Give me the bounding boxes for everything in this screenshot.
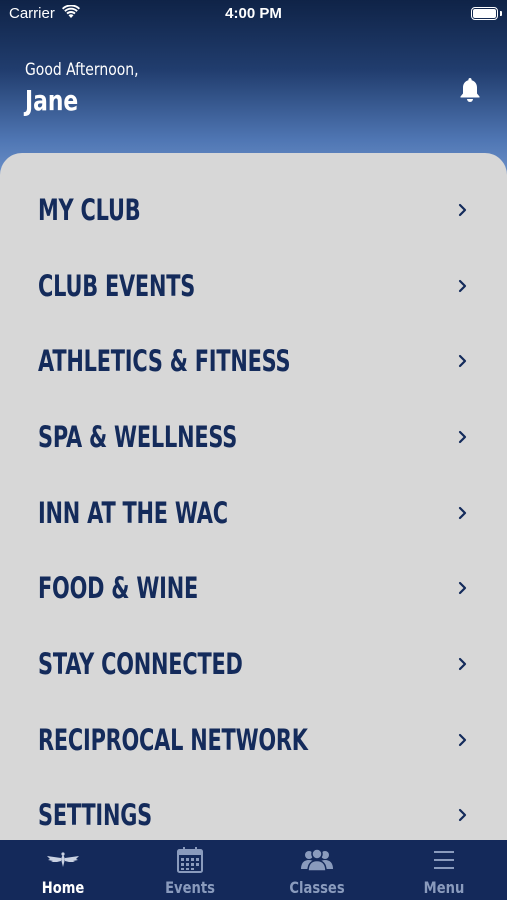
chevron-right-icon xyxy=(458,733,467,747)
battery-icon xyxy=(471,7,498,20)
menu-item-club-events[interactable]: CLUB EVENTS xyxy=(0,248,507,324)
tab-label: Events xyxy=(165,878,215,897)
menu-item-my-club[interactable]: MY CLUB xyxy=(0,172,507,248)
bell-icon[interactable] xyxy=(458,76,482,104)
clock: 4:00 PM xyxy=(225,5,282,22)
menu-card: MY CLUB CLUB EVENTS ATHLETICS & FITNESS … xyxy=(0,153,507,853)
menu-item-reciprocal-network[interactable]: RECIPROCAL NETWORK xyxy=(0,702,507,778)
chevron-right-icon xyxy=(458,203,467,217)
chevron-right-icon xyxy=(458,430,467,444)
menu-item-label: CLUB EVENTS xyxy=(38,269,196,303)
chevron-right-icon xyxy=(458,354,467,368)
menu-item-label: SETTINGS xyxy=(38,798,152,832)
hamburger-icon xyxy=(434,851,454,869)
menu-item-label: MY CLUB xyxy=(38,193,141,227)
menu-item-label: FOOD & WINE xyxy=(38,571,199,605)
menu-item-label: INN AT THE WAC xyxy=(38,496,228,530)
tab-label: Home xyxy=(41,878,85,897)
battery-tip xyxy=(500,11,502,16)
chevron-right-icon xyxy=(458,506,467,520)
tab-home[interactable]: Home xyxy=(0,840,126,900)
winged-logo-icon xyxy=(47,852,79,867)
menu-item-label: STAY CONNECTED xyxy=(38,647,243,681)
people-icon xyxy=(301,848,333,872)
greeting-text: Good Afternoon, xyxy=(25,60,139,80)
chevron-right-icon xyxy=(458,657,467,671)
tab-label: Menu xyxy=(423,878,465,897)
menu-item-athletics-fitness[interactable]: ATHLETICS & FITNESS xyxy=(0,323,507,399)
status-bar: Carrier 4:00 PM xyxy=(0,0,507,30)
menu-item-label: ATHLETICS & FITNESS xyxy=(38,344,291,378)
menu-item-food-wine[interactable]: FOOD & WINE xyxy=(0,550,507,626)
tab-classes[interactable]: Classes xyxy=(254,840,380,900)
menu-item-spa-wellness[interactable]: SPA & WELLNESS xyxy=(0,399,507,475)
chevron-right-icon xyxy=(458,808,467,822)
chevron-right-icon xyxy=(458,581,467,595)
chevron-right-icon xyxy=(458,279,467,293)
user-name: Jane xyxy=(25,84,79,117)
tab-menu[interactable]: Menu xyxy=(381,840,507,900)
menu-item-stay-connected[interactable]: STAY CONNECTED xyxy=(0,626,507,702)
tab-bar: Home Events Classes Menu xyxy=(0,840,507,900)
calendar-icon xyxy=(177,847,203,873)
tab-label: Classes xyxy=(289,878,345,897)
menu-item-label: SPA & WELLNESS xyxy=(38,420,238,454)
tab-events[interactable]: Events xyxy=(127,840,253,900)
menu-item-inn-at-the-wac[interactable]: INN AT THE WAC xyxy=(0,475,507,551)
menu-item-label: RECIPROCAL NETWORK xyxy=(38,723,308,757)
